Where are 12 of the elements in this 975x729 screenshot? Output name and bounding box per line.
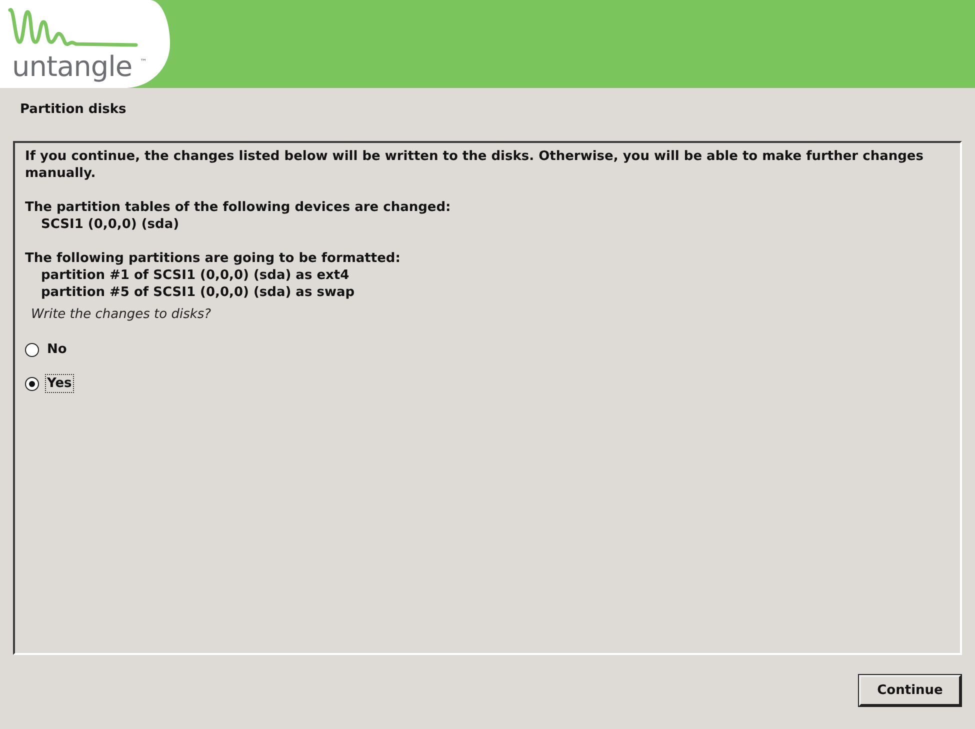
device-item: SCSI1 (0,0,0) (sda) bbox=[40, 216, 180, 233]
device-item: partition #5 of SCSI1 (0,0,0) (sda) as swap bbox=[40, 284, 356, 301]
intro-text: If you continue, the changes listed below will be written to the disks. Otherwise, you will be able to make further changes manually. bbox=[25, 148, 924, 182]
continue-button[interactable]: Continue bbox=[859, 675, 961, 706]
option-label[interactable]: Yes bbox=[45, 374, 74, 393]
option-label[interactable]: No bbox=[45, 340, 69, 359]
page-title: Partition disks bbox=[20, 102, 128, 117]
device-item: partition #1 of SCSI1 (0,0,0) (sda) as ext4 bbox=[40, 267, 350, 284]
logo-wordmark: untangle bbox=[12, 50, 132, 83]
question-text: Write the changes to disks? bbox=[31, 307, 212, 322]
section-heading: The partition tables of the following devices are changed: bbox=[25, 199, 452, 216]
section-heading: The following partitions are going to be formatted: bbox=[25, 250, 402, 267]
